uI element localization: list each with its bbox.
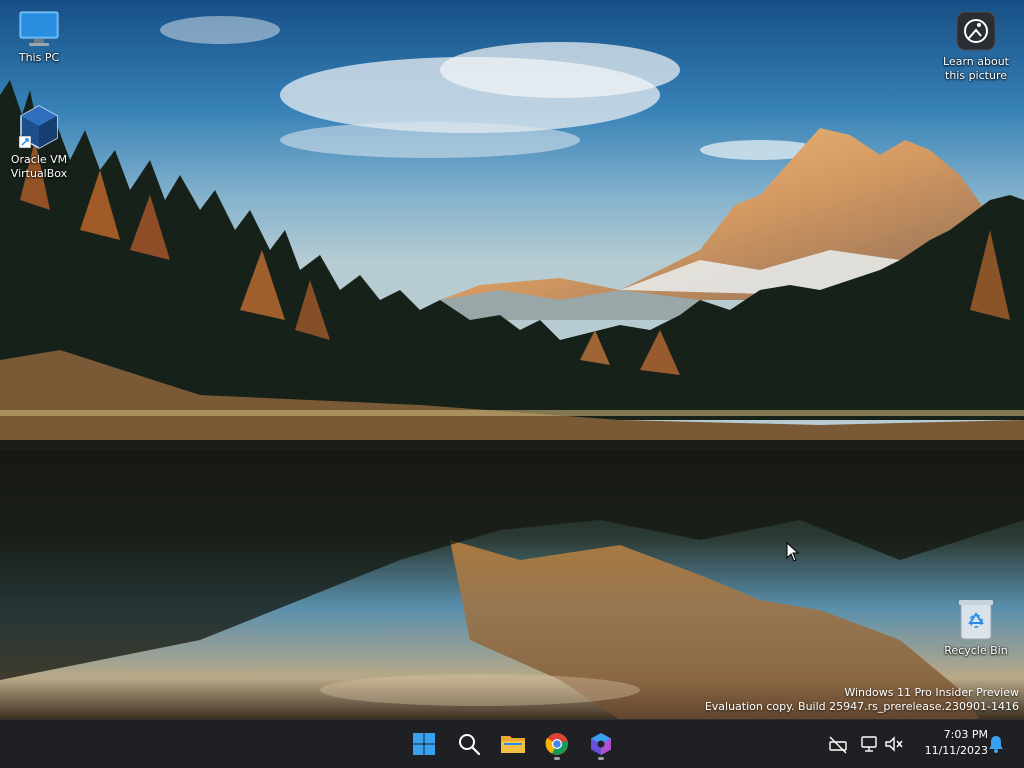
monitor-icon <box>19 11 59 46</box>
volume-muted-icon[interactable] <box>884 734 904 754</box>
windows-start-icon <box>413 733 435 755</box>
running-indicator <box>598 757 604 760</box>
desktop-icon-this-pc[interactable]: This PC <box>0 10 78 65</box>
search-button[interactable] <box>451 728 487 760</box>
file-explorer-icon <box>501 736 525 753</box>
desktop-icon-recycle-bin[interactable]: Recycle Bin <box>936 597 1016 658</box>
clock-time: 7:03 PM <box>943 728 988 741</box>
running-indicator <box>554 757 560 760</box>
desktop-icon-label: Recycle Bin <box>944 644 1008 657</box>
start-button[interactable] <box>406 728 442 760</box>
clock-date: 11/11/2023 <box>924 744 988 757</box>
display-network-icon[interactable] <box>860 734 880 754</box>
desktop-icon-learn-about-picture[interactable]: Learn about this picture <box>936 10 1016 83</box>
copilot-icon <box>591 733 611 755</box>
mouse-cursor-icon <box>786 542 800 562</box>
file-explorer-button[interactable] <box>495 728 531 760</box>
desktop-icon-virtualbox[interactable]: Oracle VM VirtualBox <box>0 104 78 181</box>
desktop: This PC Oracle VM VirtualBox Learn about… <box>0 0 1024 768</box>
notification-bell-icon[interactable] <box>986 734 1006 754</box>
windows-watermark: Windows 11 Pro Insider Preview Evaluatio… <box>705 686 1019 714</box>
virtualbox-icon <box>18 105 58 149</box>
watermark-build: Evaluation copy. Build 25947.rs_prerelea… <box>704 700 1019 713</box>
desktop-icon-label: Oracle VM VirtualBox <box>10 153 68 180</box>
learn-about-picture-icon <box>956 11 996 51</box>
network-disconnected-icon[interactable] <box>828 734 848 754</box>
wallpaper-lake-mountain <box>0 0 1024 720</box>
recycle-bin-icon <box>959 600 993 640</box>
copilot-button[interactable] <box>583 728 619 760</box>
watermark-edition: Windows 11 Pro Insider Preview <box>844 686 1019 699</box>
taskbar: 7:03 PM 11/11/2023 <box>0 719 1024 768</box>
search-icon <box>459 734 481 756</box>
desktop-icon-label: Learn about this picture <box>943 55 1009 82</box>
desktop-icon-label: This PC <box>18 51 60 64</box>
clock[interactable]: 7:03 PM 11/11/2023 <box>925 727 988 759</box>
chrome-icon <box>545 733 568 755</box>
chrome-button[interactable] <box>539 728 575 760</box>
